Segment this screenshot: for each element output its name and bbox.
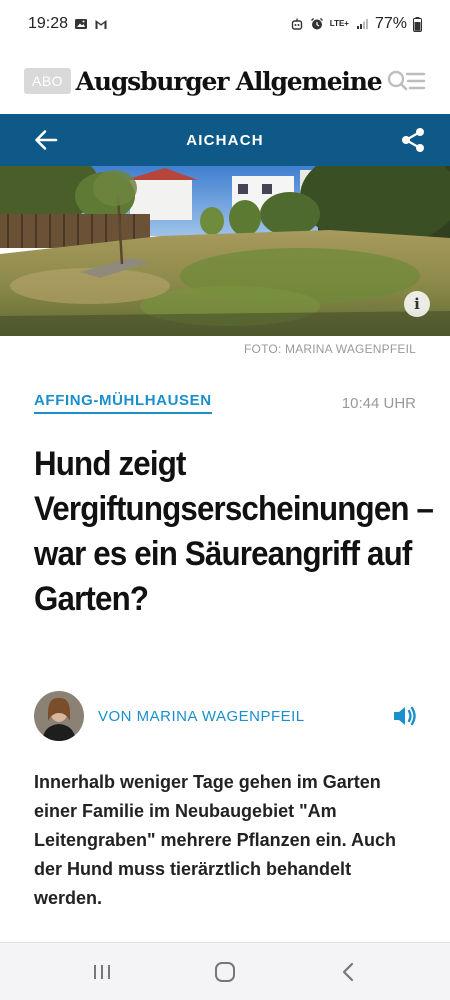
section-title: AICHACH (186, 131, 264, 149)
status-left: 19:28 (28, 15, 108, 33)
recent-apps-icon (93, 964, 110, 979)
gmail-icon (95, 20, 107, 29)
back-arrow-icon (35, 130, 58, 150)
status-time: 19:28 (28, 15, 69, 32)
share-icon (402, 128, 424, 152)
system-back-button[interactable] (328, 952, 368, 992)
article-teaser: Innerhalb weniger Tage gehen im Garten e… (34, 772, 396, 908)
author-photo (34, 691, 84, 741)
gallery-icon (75, 19, 88, 29)
alarm-icon (310, 18, 323, 30)
read-aloud-button[interactable] (392, 705, 418, 727)
hero-image[interactable]: i (0, 166, 450, 336)
garden-photo (0, 166, 450, 336)
speaker-icon (394, 706, 416, 726)
app-header: ABO Augsburger Allgemeine (0, 48, 450, 114)
network-label: LTE+ (329, 19, 349, 28)
battery-icon (413, 16, 422, 32)
status-bar: 19:28 LTE+ 77% (0, 0, 450, 48)
system-nav-bar (0, 942, 450, 1000)
home-button[interactable] (205, 952, 245, 992)
section-bar: AICHACH (0, 114, 450, 166)
author-row: VON MARINA WAGENPFEIL (34, 690, 418, 742)
author-avatar[interactable] (34, 691, 84, 741)
chevron-left-icon (343, 962, 354, 981)
image-info-button[interactable]: i (404, 291, 430, 317)
status-right: LTE+ 77% (290, 15, 422, 33)
robot-icon (291, 18, 302, 30)
recent-apps-button[interactable] (82, 952, 122, 992)
location-link[interactable]: AFFING-MÜHLHAUSEN (34, 392, 212, 414)
battery-percent: 77% (374, 15, 407, 32)
home-icon (214, 961, 235, 982)
abo-button[interactable]: ABO (24, 68, 72, 94)
article-meta: AFFING-MÜHLHAUSEN 10:44 UHR (34, 392, 416, 414)
back-button[interactable] (34, 129, 58, 151)
search-menu-icon (387, 70, 426, 91)
author-name[interactable]: VON MARINA WAGENPFEIL (98, 708, 392, 725)
signal-icon (356, 19, 368, 29)
share-button[interactable] (400, 127, 426, 153)
publish-time: 10:44 UHR (341, 394, 416, 412)
photo-credit: FOTO: MARINA WAGENPFEIL (244, 342, 416, 356)
article-headline: Hund zeigt Vergiftungserscheinungen – wa… (34, 445, 434, 618)
publication-logo[interactable]: Augsburger Allgemeine (76, 67, 383, 96)
search-menu-button[interactable] (386, 69, 426, 93)
